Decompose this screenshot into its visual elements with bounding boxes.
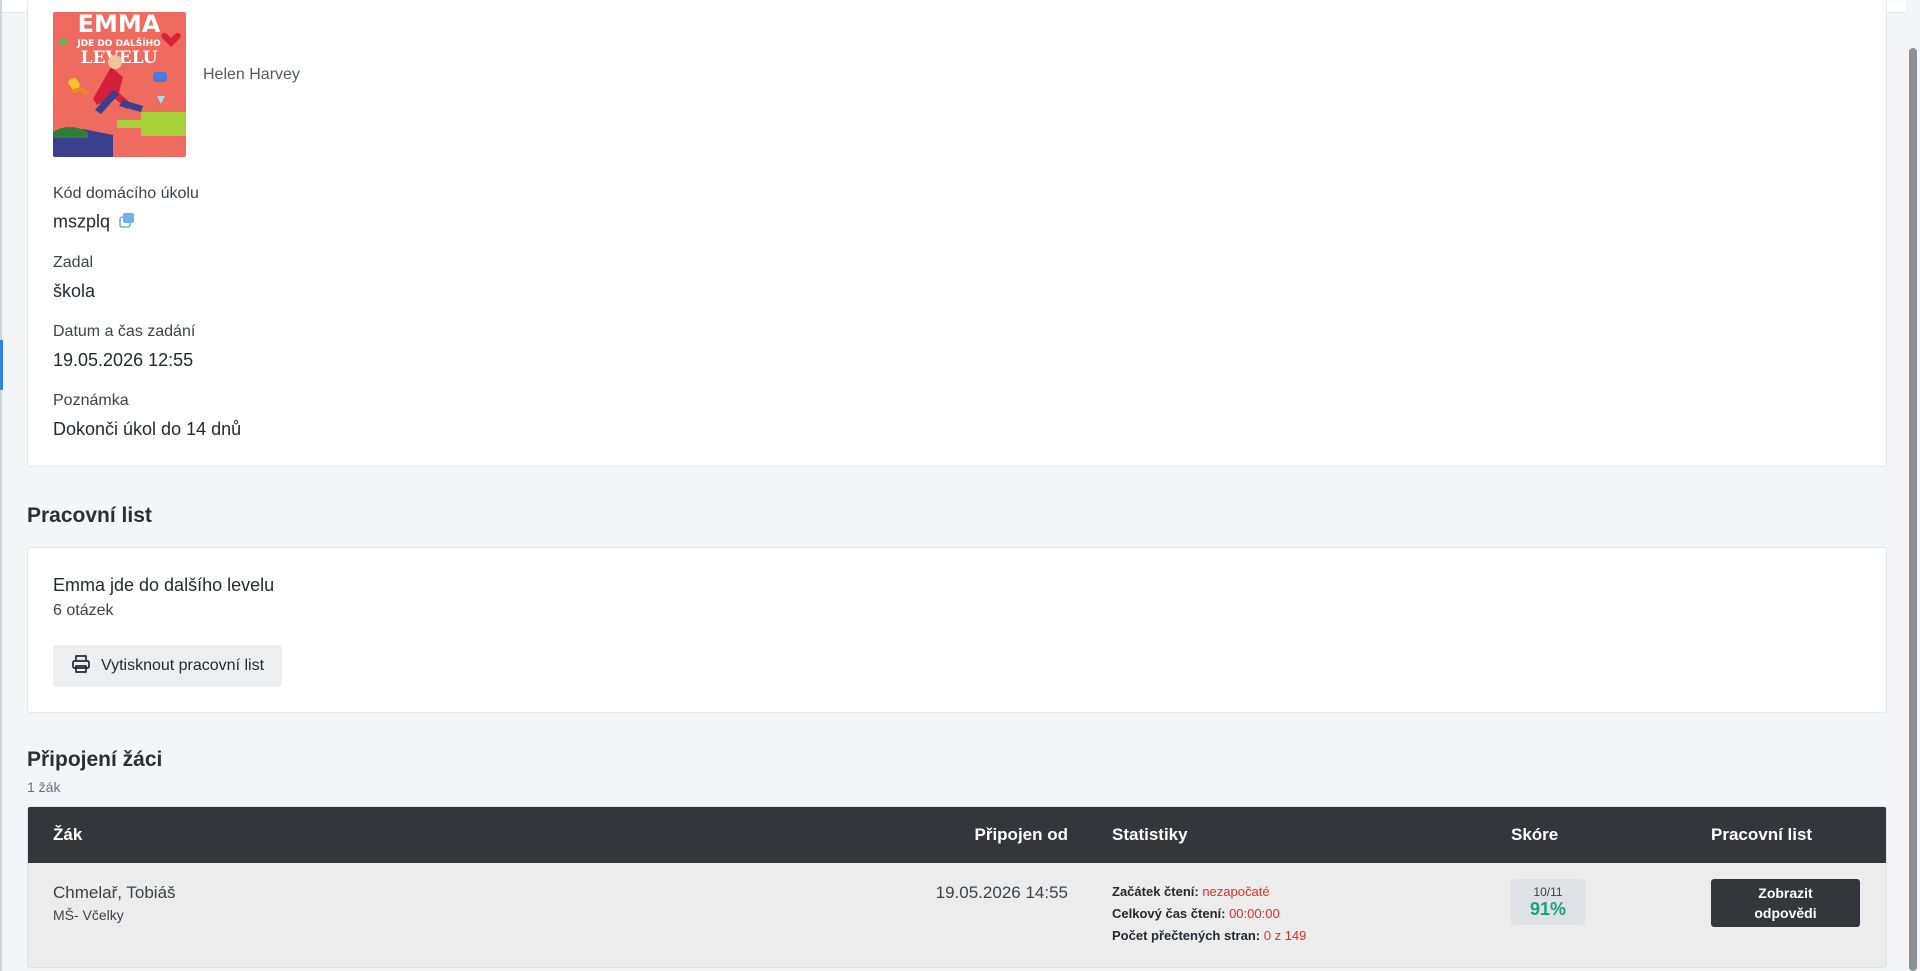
table-header: Žák Připojen od Statistiky Skóre Pracovn… bbox=[28, 807, 1886, 863]
print-worksheet-label: Vytisknout pracovní list bbox=[100, 657, 265, 674]
worksheet-card: Emma jde do dalšího levelu 6 otázek Vyti… bbox=[27, 547, 1887, 713]
assigned-by-value: škola bbox=[53, 281, 96, 301]
note-value: Dokonči úkol do 14 dnů bbox=[53, 419, 242, 439]
code-value-row: mszplq bbox=[53, 211, 136, 234]
note-label: Poznámka bbox=[53, 392, 129, 409]
book-cover: EMMA JDE DO DALŠÍHO LEVELU bbox=[53, 12, 186, 157]
left-accent-indicator bbox=[0, 340, 3, 390]
column-score: Skóre bbox=[1511, 825, 1559, 844]
stat-pages-read-label: Počet přečtených stran: bbox=[1112, 928, 1261, 943]
stat-pages-read-value: 0 z 149 bbox=[1263, 928, 1307, 943]
score-badge: 10/11 91% bbox=[1511, 879, 1585, 925]
stat-reading-time: Celkový čas čtení: 00:00:00 bbox=[1112, 906, 1280, 921]
homework-info-card: EMMA JDE DO DALŠÍHO LEVELU Helen Harvey … bbox=[27, 0, 1887, 467]
datetime-label: Datum a čas zadání bbox=[53, 323, 196, 340]
score-percent: 91% bbox=[1529, 899, 1567, 919]
scrollbar[interactable] bbox=[1906, 0, 1920, 971]
column-worksheet: Pracovní list bbox=[1711, 825, 1813, 844]
students-section-title: Připojení žáci bbox=[27, 748, 163, 771]
column-joined: Připojen od bbox=[974, 825, 1069, 844]
student-name[interactable]: Chmelař, Tobiáš bbox=[53, 883, 176, 903]
column-student: Žák bbox=[53, 825, 83, 844]
code-label: Kód domácího úkolu bbox=[53, 185, 199, 202]
stat-reading-start-label: Začátek čtení: bbox=[1112, 884, 1199, 899]
left-edge bbox=[0, 0, 2, 971]
show-answers-label: Zobrazit odpovědi bbox=[1754, 885, 1817, 921]
stat-reading-time-value: 00:00:00 bbox=[1229, 906, 1280, 921]
stat-reading-start-value: nezapočaté bbox=[1202, 884, 1270, 899]
book-author: Helen Harvey bbox=[203, 66, 300, 83]
worksheet-title: Emma jde do dalšího levelu bbox=[53, 575, 275, 595]
worksheet-section-title: Pracovní list bbox=[27, 504, 152, 527]
copy-icon[interactable] bbox=[118, 211, 136, 234]
scrollbar-thumb[interactable] bbox=[1909, 48, 1917, 971]
joined-date: 19.05.2026 14:55 bbox=[935, 883, 1068, 902]
stat-pages-read: Počet přečtených stran: 0 z 149 bbox=[1112, 928, 1306, 943]
show-answers-button[interactable]: Zobrazit odpovědi bbox=[1711, 879, 1860, 927]
printer-icon bbox=[71, 654, 91, 679]
score-fraction: 10/11 bbox=[1533, 885, 1563, 899]
students-table: Žák Připojen od Statistiky Skóre Pracovn… bbox=[27, 806, 1887, 968]
datetime-value: 19.05.2026 12:55 bbox=[53, 350, 194, 370]
column-stats: Statistiky bbox=[1112, 825, 1188, 844]
code-value: mszplq bbox=[53, 211, 111, 232]
students-count: 1 žák bbox=[27, 779, 61, 795]
cover-title-line1: EMMA bbox=[78, 12, 161, 38]
stat-reading-time-label: Celkový čas čtení: bbox=[1112, 906, 1226, 921]
print-worksheet-button[interactable]: Vytisknout pracovní list bbox=[53, 645, 282, 687]
student-class: MŠ- Včelky bbox=[53, 907, 124, 923]
stat-reading-start: Začátek čtení: nezapočaté bbox=[1112, 884, 1270, 899]
assigned-by-label: Zadal bbox=[53, 254, 94, 271]
worksheet-question-count: 6 otázek bbox=[53, 602, 114, 619]
